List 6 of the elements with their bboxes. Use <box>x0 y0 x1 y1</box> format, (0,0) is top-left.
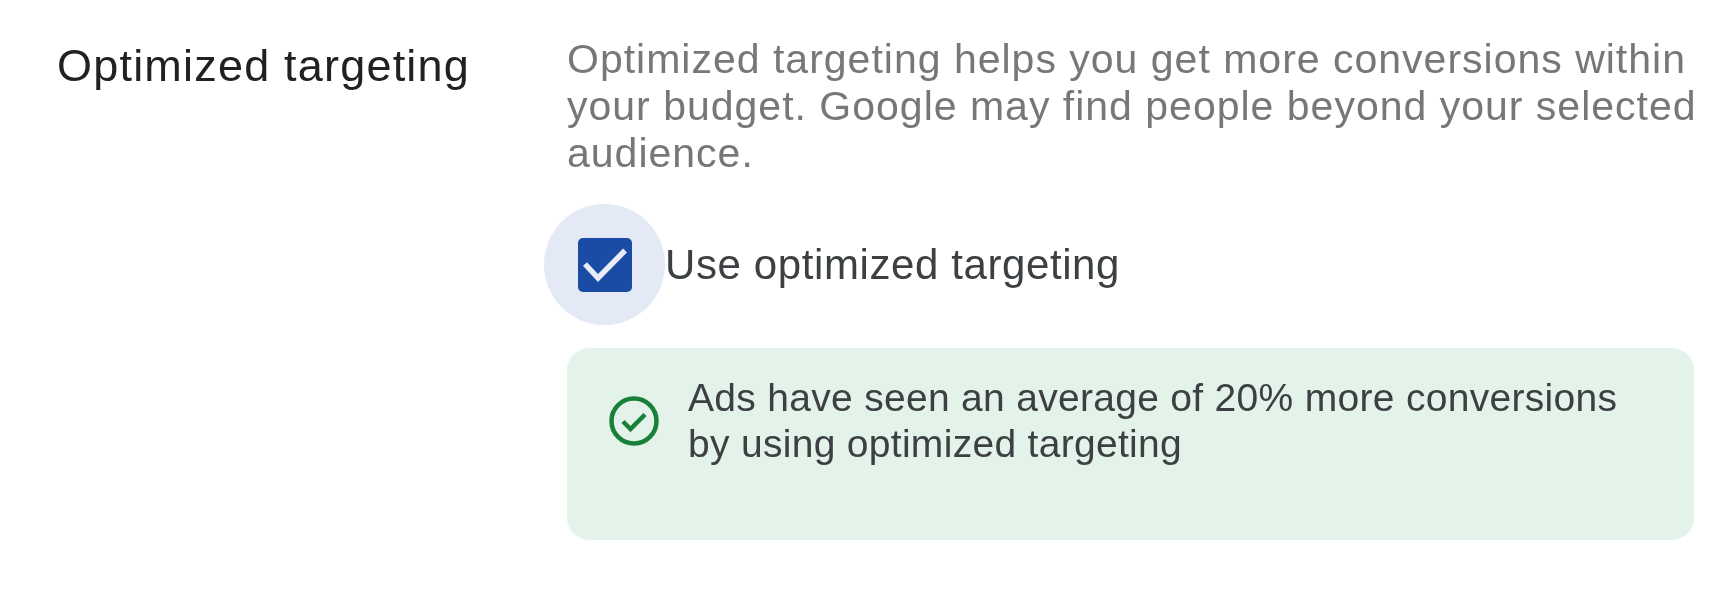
notice-text: Ads have seen an average of 20% more conversions by using optimized targeting <box>688 375 1619 467</box>
checkbox[interactable] <box>577 237 632 292</box>
check-circle-icon <box>609 396 659 446</box>
description-text: Optimized targeting helps you get more conversions within your budget. Google may find people beyond your selected audience. <box>567 36 1698 177</box>
section-title: Optimized targeting <box>57 42 471 90</box>
checkbox-label[interactable]: Use optimized targeting <box>665 239 1121 290</box>
